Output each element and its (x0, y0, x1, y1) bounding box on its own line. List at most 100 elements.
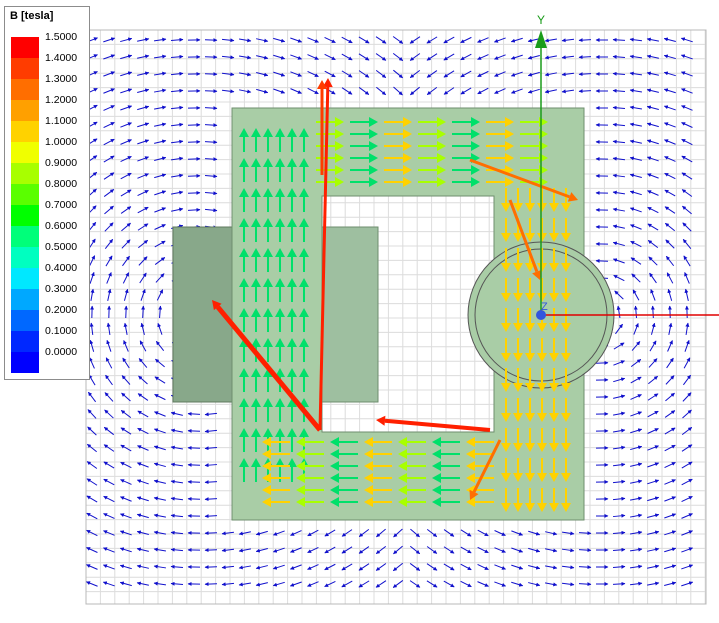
field-vector (136, 479, 149, 485)
field-vector (221, 582, 235, 587)
field-vector (630, 394, 642, 400)
field-vector (273, 54, 286, 60)
field-vector (630, 428, 643, 434)
field-vector (682, 392, 692, 402)
field-vector (103, 88, 115, 94)
field-vector (612, 564, 626, 569)
field-vector (664, 156, 676, 162)
field-vector (393, 86, 403, 96)
field-vector (633, 323, 639, 335)
field-vector (647, 190, 659, 196)
field-vector (477, 37, 489, 43)
field-vector (629, 207, 642, 213)
field-vector (410, 86, 420, 96)
field-vector (104, 205, 114, 215)
field-vector (103, 71, 115, 77)
field-vector (664, 564, 677, 570)
field-vector (324, 36, 336, 44)
field-vector (632, 289, 640, 301)
field-vector (664, 410, 676, 418)
field-vector (646, 105, 659, 110)
field-vector (646, 88, 659, 93)
field-vector (137, 105, 150, 111)
field-vector (120, 105, 133, 111)
field-vector (664, 581, 677, 586)
field-vector (647, 496, 660, 502)
field-vector (460, 563, 472, 571)
field-vector (629, 88, 643, 93)
field-vector (393, 545, 403, 555)
field-vector (629, 139, 642, 144)
field-vector (204, 106, 218, 111)
field-vector (358, 87, 370, 95)
field-vector (221, 89, 235, 94)
field-vector (477, 581, 489, 587)
field-vector (123, 340, 129, 352)
field-vector (120, 461, 132, 469)
field-vector (578, 72, 592, 77)
field-vector (683, 255, 691, 267)
field-vector (528, 582, 541, 587)
field-vector (665, 239, 675, 249)
field-vector (682, 239, 692, 249)
inner-coil-segment[interactable] (321, 226, 379, 403)
field-vector (682, 205, 692, 215)
field-vector (238, 565, 251, 570)
field-vector (103, 105, 115, 111)
field-vector (104, 222, 114, 232)
field-vector (154, 411, 166, 417)
field-vector (392, 52, 404, 62)
field-vector (663, 122, 676, 128)
legend-value: 0.6000 (45, 220, 78, 232)
field-vector (122, 357, 130, 369)
field-vector (290, 88, 302, 94)
field-vector (139, 340, 147, 352)
field-vector (647, 479, 660, 485)
field-vector (157, 322, 163, 335)
field-vector (460, 70, 472, 78)
legend-title: B [tesla] (10, 10, 54, 22)
field-vector (561, 582, 575, 587)
field-vector (341, 580, 353, 588)
legend-swatch (11, 163, 39, 184)
field-vector (358, 528, 370, 538)
field-vector (612, 547, 626, 552)
field-vector (612, 530, 626, 535)
field-vector (647, 513, 660, 519)
field-vector (561, 38, 575, 43)
field-vector (375, 580, 387, 588)
field-vector (221, 55, 235, 60)
field-vector (666, 272, 674, 284)
legend-swatch (11, 58, 39, 79)
field-magnitude-legend: B [tesla] 1.5000 1.4000 1.3000 1.2000 1.1000… (4, 6, 90, 380)
field-vector (376, 415, 491, 432)
field-vector (630, 376, 642, 384)
field-vector (104, 392, 114, 402)
field-vector (664, 496, 676, 502)
field-vector (666, 357, 674, 369)
y-axis-label: Y (537, 13, 545, 27)
field-vector (510, 88, 523, 94)
field-vector (341, 563, 353, 571)
field-vector (154, 393, 166, 401)
field-vector (86, 461, 98, 469)
field-plot-viewport[interactable]: Y Z (0, 0, 719, 623)
field-vector (187, 428, 201, 433)
field-vector (103, 189, 115, 197)
field-vector (290, 37, 303, 43)
field-vector (578, 565, 592, 570)
field-vector (650, 289, 656, 301)
field-vector (646, 54, 659, 59)
field-vector (668, 322, 673, 335)
field-vector (510, 54, 523, 60)
field-vector (629, 37, 643, 42)
field-vector (120, 122, 132, 128)
field-vector (527, 55, 540, 60)
field-vector (153, 581, 167, 586)
field-vector (578, 55, 592, 60)
field-vector (612, 581, 626, 586)
field-vector (393, 528, 403, 538)
field-vector (409, 580, 421, 588)
field-vector (648, 256, 658, 266)
field-vector (684, 272, 690, 284)
